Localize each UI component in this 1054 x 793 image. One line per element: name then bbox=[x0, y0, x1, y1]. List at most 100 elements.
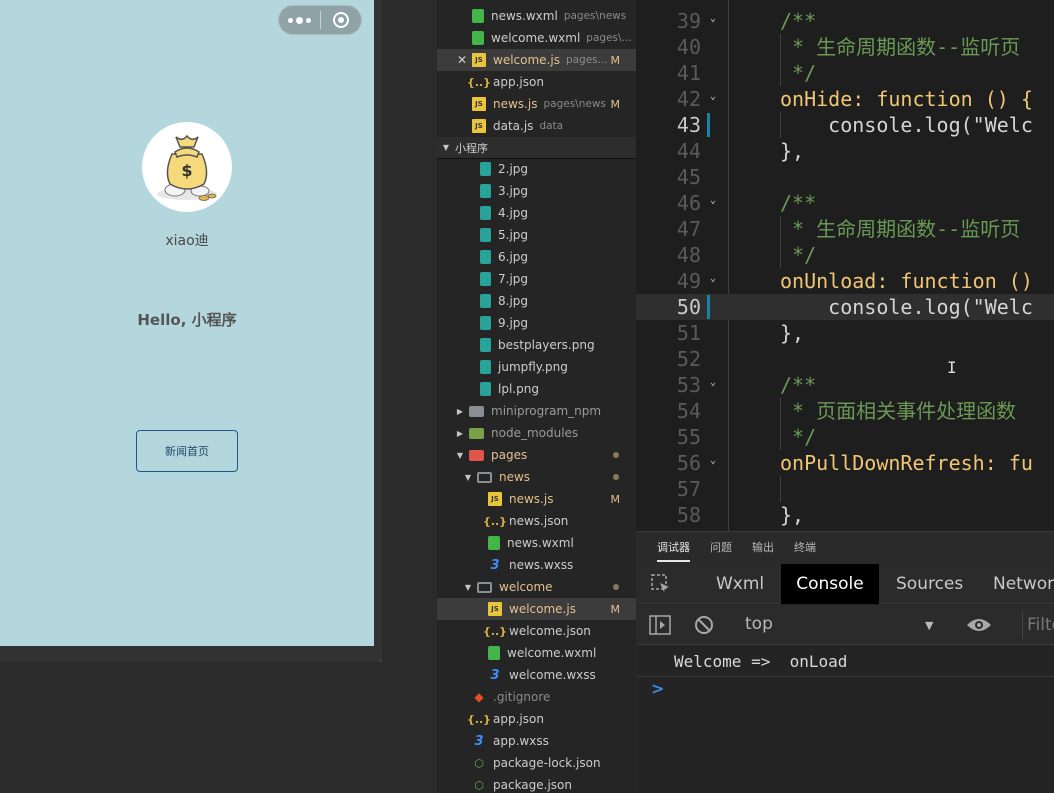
eye-icon[interactable] bbox=[966, 616, 992, 634]
code-line: 46 ⌄ /** bbox=[636, 190, 1054, 216]
code-editor[interactable]: 39 ⌄ /** 40 * 生命周期函数--监听页 41 */ 42 ⌄ onH… bbox=[636, 0, 1054, 531]
tree-file[interactable]: welcome.wxml bbox=[437, 642, 636, 664]
tree-file[interactable]: {..} welcome.json bbox=[437, 620, 636, 642]
code-line: 41 */ bbox=[636, 60, 1054, 86]
folder-name: node_modules bbox=[491, 426, 579, 440]
file-name: 9.jpg bbox=[498, 316, 529, 330]
tree-file[interactable]: 9.jpg bbox=[437, 312, 636, 334]
chevron-down-icon[interactable]: ⌄ bbox=[710, 455, 716, 466]
tree-file[interactable]: ◆ .gitignore bbox=[437, 686, 636, 708]
image-file-icon bbox=[480, 316, 491, 330]
svg-text:$: $ bbox=[181, 161, 192, 180]
code-text: }, bbox=[780, 139, 805, 163]
json-icon: {..} bbox=[466, 712, 492, 726]
project-section-header[interactable]: ▼ 小程序 bbox=[437, 137, 636, 159]
code-text: }, bbox=[780, 321, 805, 345]
open-editor-item[interactable]: {..} app.json bbox=[437, 71, 636, 93]
open-editor-item[interactable]: news.wxml pages\news bbox=[437, 5, 636, 27]
chevron-down-icon[interactable]: ⌄ bbox=[710, 91, 716, 102]
chevron-down-icon[interactable]: ⌄ bbox=[710, 377, 716, 388]
code-text: onUnload: function () bbox=[780, 269, 1033, 293]
chevron-down-icon[interactable]: ⌄ bbox=[710, 273, 716, 284]
tree-file[interactable]: 3.jpg bbox=[437, 180, 636, 202]
tree-file[interactable]: lpl.png bbox=[437, 378, 636, 400]
tab-network[interactable]: Network bbox=[977, 564, 1054, 604]
open-editor-item[interactable]: welcome.wxml pages\w... bbox=[437, 27, 636, 49]
tree-file[interactable]: 8.jpg bbox=[437, 290, 636, 312]
chevron-down-icon: ▼ bbox=[464, 582, 472, 592]
file-name: news.js bbox=[509, 492, 554, 506]
tree-file[interactable]: ⬡ package-lock.json bbox=[437, 752, 636, 774]
tree-file[interactable]: {..} app.json bbox=[437, 708, 636, 730]
tree-file[interactable]: 3 app.wxss bbox=[437, 730, 636, 752]
tab-wxml[interactable]: Wxml bbox=[700, 564, 780, 604]
sidebar-toggle-icon[interactable] bbox=[649, 615, 671, 635]
tree-file[interactable]: 4.jpg bbox=[437, 202, 636, 224]
tree-file[interactable]: 5.jpg bbox=[437, 224, 636, 246]
chevron-down-icon[interactable]: ⌄ bbox=[710, 13, 716, 24]
tree-file-active[interactable]: JS welcome.js M bbox=[437, 598, 636, 620]
line-number: 45 bbox=[676, 165, 701, 189]
tree-folder-pages[interactable]: ▼ pages bbox=[437, 444, 636, 466]
code-text: /** bbox=[780, 191, 817, 215]
more-icon[interactable] bbox=[279, 16, 320, 24]
tree-file[interactable]: bestplayers.png bbox=[437, 334, 636, 356]
open-editor-item[interactable]: JS news.js pages\news M bbox=[437, 93, 636, 115]
console-prompt[interactable]: > bbox=[651, 679, 664, 698]
tree-file[interactable]: jumpfly.png bbox=[437, 356, 636, 378]
change-marker bbox=[707, 295, 710, 319]
image-file-icon bbox=[480, 228, 491, 242]
wxml-icon bbox=[488, 646, 500, 660]
tree-file[interactable]: 7.jpg bbox=[437, 268, 636, 290]
tree-folder-miniprogram-npm[interactable]: ▶ miniprogram_npm bbox=[437, 400, 636, 422]
css-icon: 3 bbox=[490, 557, 500, 573]
close-target-icon[interactable] bbox=[321, 12, 361, 28]
js-icon: JS bbox=[488, 602, 502, 616]
tree-file[interactable]: 3 news.wxss bbox=[437, 554, 636, 576]
tree-file[interactable]: 2.jpg bbox=[437, 158, 636, 180]
code-line: 49 ⌄ onUnload: function () bbox=[636, 268, 1054, 294]
caret-down-icon[interactable]: ▼ bbox=[925, 619, 933, 632]
code-line: 51 }, bbox=[636, 320, 1054, 346]
close-icon[interactable]: ✕ bbox=[457, 53, 467, 67]
css-icon: 3 bbox=[474, 733, 484, 749]
tab-console[interactable]: Console bbox=[781, 564, 879, 604]
code-line: 56 ⌄ onPullDownRefresh: fu bbox=[636, 450, 1054, 476]
section-title: 小程序 bbox=[455, 141, 488, 155]
folder-name: miniprogram_npm bbox=[491, 404, 602, 418]
tree-file[interactable]: {..} news.json bbox=[437, 510, 636, 532]
inspect-element-icon[interactable] bbox=[651, 574, 671, 594]
line-number: 40 bbox=[676, 35, 701, 59]
avatar: $ bbox=[142, 122, 232, 212]
file-name: news.wxml bbox=[507, 536, 574, 550]
folder-icon bbox=[469, 449, 484, 461]
menu-capsule[interactable] bbox=[278, 5, 362, 35]
tree-file[interactable]: JS news.js M bbox=[437, 488, 636, 510]
css-icon: 3 bbox=[490, 667, 500, 683]
tab-output[interactable]: 输出 bbox=[752, 532, 774, 564]
open-editor-item[interactable]: JS data.js data bbox=[437, 115, 636, 137]
image-file-icon bbox=[480, 272, 491, 286]
tab-sources[interactable]: Sources bbox=[880, 564, 979, 604]
filter-input[interactable]: Filte bbox=[1022, 611, 1054, 639]
chevron-down-icon[interactable]: ⌄ bbox=[710, 195, 716, 206]
chevron-right-icon: ▶ bbox=[456, 406, 464, 416]
folder-open-icon bbox=[477, 581, 492, 593]
news-home-button[interactable]: 新闻首页 bbox=[136, 430, 238, 472]
tree-file[interactable]: news.wxml bbox=[437, 532, 636, 554]
tree-file[interactable]: ⬡ package.json bbox=[437, 774, 636, 793]
tab-terminal[interactable]: 终端 bbox=[794, 532, 816, 564]
folder-name: news bbox=[499, 470, 531, 484]
context-selector[interactable]: top bbox=[745, 614, 773, 634]
tab-problems[interactable]: 问题 bbox=[710, 532, 732, 564]
modified-badge: M bbox=[610, 492, 621, 506]
clear-console-icon[interactable] bbox=[694, 615, 714, 635]
tab-debugger[interactable]: 调试器 bbox=[657, 532, 690, 564]
tree-file[interactable]: 3 welcome.wxss bbox=[437, 664, 636, 686]
tree-folder-welcome[interactable]: ▼ welcome bbox=[437, 576, 636, 598]
code-text: onHide: function () { bbox=[780, 87, 1033, 111]
tree-folder-node-modules[interactable]: ▶ node_modules bbox=[437, 422, 636, 444]
tree-folder-news[interactable]: ▼ news bbox=[437, 466, 636, 488]
tree-file[interactable]: 6.jpg bbox=[437, 246, 636, 268]
open-editor-item-active[interactable]: ✕ JS welcome.js pages... M bbox=[437, 49, 636, 71]
